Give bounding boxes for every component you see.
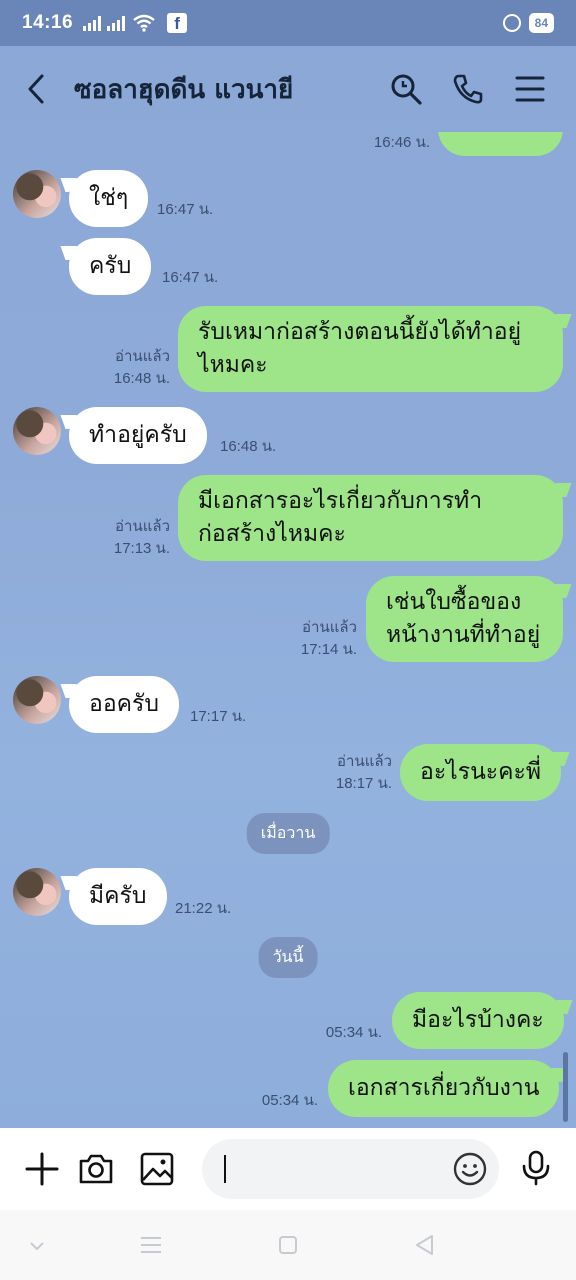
alarm-icon (502, 14, 521, 32)
facebook-icon: f (167, 13, 188, 33)
plus-icon[interactable] (24, 1151, 60, 1187)
chat-header: ซอลาฮุดดีน แวนายี (0, 46, 576, 132)
message-bubble-outgoing[interactable]: เอกสารเกี่ยวกับงาน (328, 1060, 560, 1117)
mic-icon[interactable] (518, 1149, 554, 1187)
message-time: 18:17 น. (335, 775, 392, 792)
contact-avatar[interactable] (13, 868, 61, 916)
message-time: 17:17 น. (190, 708, 247, 725)
image-icon[interactable] (139, 1151, 175, 1187)
emoji-icon[interactable] (453, 1152, 487, 1186)
message-time: 17:13 น. (113, 540, 170, 557)
message-bubble-incoming[interactable]: ทำอยู่ครับ (69, 407, 207, 464)
date-separator: เมื่อวาน (246, 813, 330, 854)
wifi-icon (133, 14, 155, 32)
message-input[interactable] (202, 1139, 499, 1199)
message-time: 05:34 น. (325, 1024, 382, 1041)
read-receipt: อ่านแล้ว (115, 518, 170, 535)
message-line: มีเอกสารอะไรเกี่ยวกับการทำ (198, 488, 483, 514)
message-bubble-outgoing[interactable]: อะไรนะคะพี่ (400, 744, 562, 801)
message-bubble-outgoing[interactable]: เช่นใบซื้อของ หน้างานที่ทำอยู่ (366, 576, 563, 662)
message-time: 16:48 น. (220, 438, 277, 455)
chevron-left-icon (28, 74, 44, 104)
read-receipt: อ่านแล้ว (115, 348, 170, 365)
text-caret (224, 1155, 226, 1183)
message-time: 16:46 น. (373, 134, 430, 151)
message-time: 16:47 น. (162, 269, 219, 286)
chevron-down-icon[interactable] (29, 1241, 45, 1251)
back-button[interactable] (26, 69, 56, 109)
message-time: 16:47 น. (157, 201, 214, 218)
chat-messages[interactable]: 16:46 น. ใช่ๆ 16:47 น. ครับ 16:47 น. อ่า… (0, 132, 576, 1128)
status-bar: 14:16 f 84 (0, 0, 576, 46)
signal-icon (83, 15, 102, 31)
message-bubble-outgoing[interactable]: รับเหมาก่อสร้างตอนนี้ยังได้ทำอยู่ ไหมคะ (178, 306, 563, 392)
system-navigation-bar (0, 1210, 576, 1280)
message-time: 21:22 น. (175, 900, 232, 917)
contact-avatar[interactable] (13, 407, 61, 455)
phone-icon[interactable] (452, 73, 484, 105)
search-icon[interactable] (390, 73, 422, 105)
message-line: เช่นใบซื้อของ (386, 589, 522, 615)
status-time: 14:16 (22, 12, 74, 33)
camera-icon[interactable] (78, 1151, 114, 1187)
message-time: 05:34 น. (261, 1092, 318, 1109)
message-bubble-incoming[interactable]: ครับ (69, 238, 152, 295)
signal-icon (107, 15, 126, 31)
message-input-bar (0, 1128, 576, 1210)
read-receipt: อ่านแล้ว (337, 753, 392, 770)
menu-icon[interactable] (514, 73, 546, 105)
back-nav-icon[interactable] (414, 1234, 434, 1256)
message-time: 17:14 น. (300, 641, 357, 658)
message-bubble-outgoing[interactable]: มีอะไรบ้างคะ (392, 992, 564, 1049)
contact-avatar[interactable] (13, 676, 61, 724)
message-bubble-incoming[interactable]: ออครับ (69, 676, 179, 733)
message-bubble-outgoing[interactable]: มีเอกสารอะไรเกี่ยวกับการทำ ก่อสร้างไหมคะ (178, 475, 563, 561)
date-separator: วันนี้ (258, 937, 318, 978)
contact-avatar[interactable] (13, 170, 61, 218)
message-time: 16:48 น. (113, 370, 170, 387)
message-bubble-partial[interactable] (438, 132, 563, 156)
scrollbar[interactable] (563, 1052, 568, 1122)
read-receipt: อ่านแล้ว (302, 619, 357, 636)
message-line: ก่อสร้างไหมคะ (198, 521, 346, 547)
message-bubble-incoming[interactable]: ใช่ๆ (69, 170, 149, 227)
message-line: รับเหมาก่อสร้างตอนนี้ยังได้ทำอยู่ (198, 319, 522, 345)
message-line: หน้างานที่ทำอยู่ (386, 622, 541, 648)
message-bubble-incoming[interactable]: มีครับ (69, 868, 167, 925)
battery-indicator: 84 (528, 13, 554, 33)
recent-apps-icon[interactable] (140, 1236, 162, 1254)
message-line: ไหมคะ (198, 352, 268, 378)
home-icon[interactable] (278, 1235, 298, 1255)
chat-title: ซอลาฮุดดีน แวนายี (74, 74, 294, 105)
